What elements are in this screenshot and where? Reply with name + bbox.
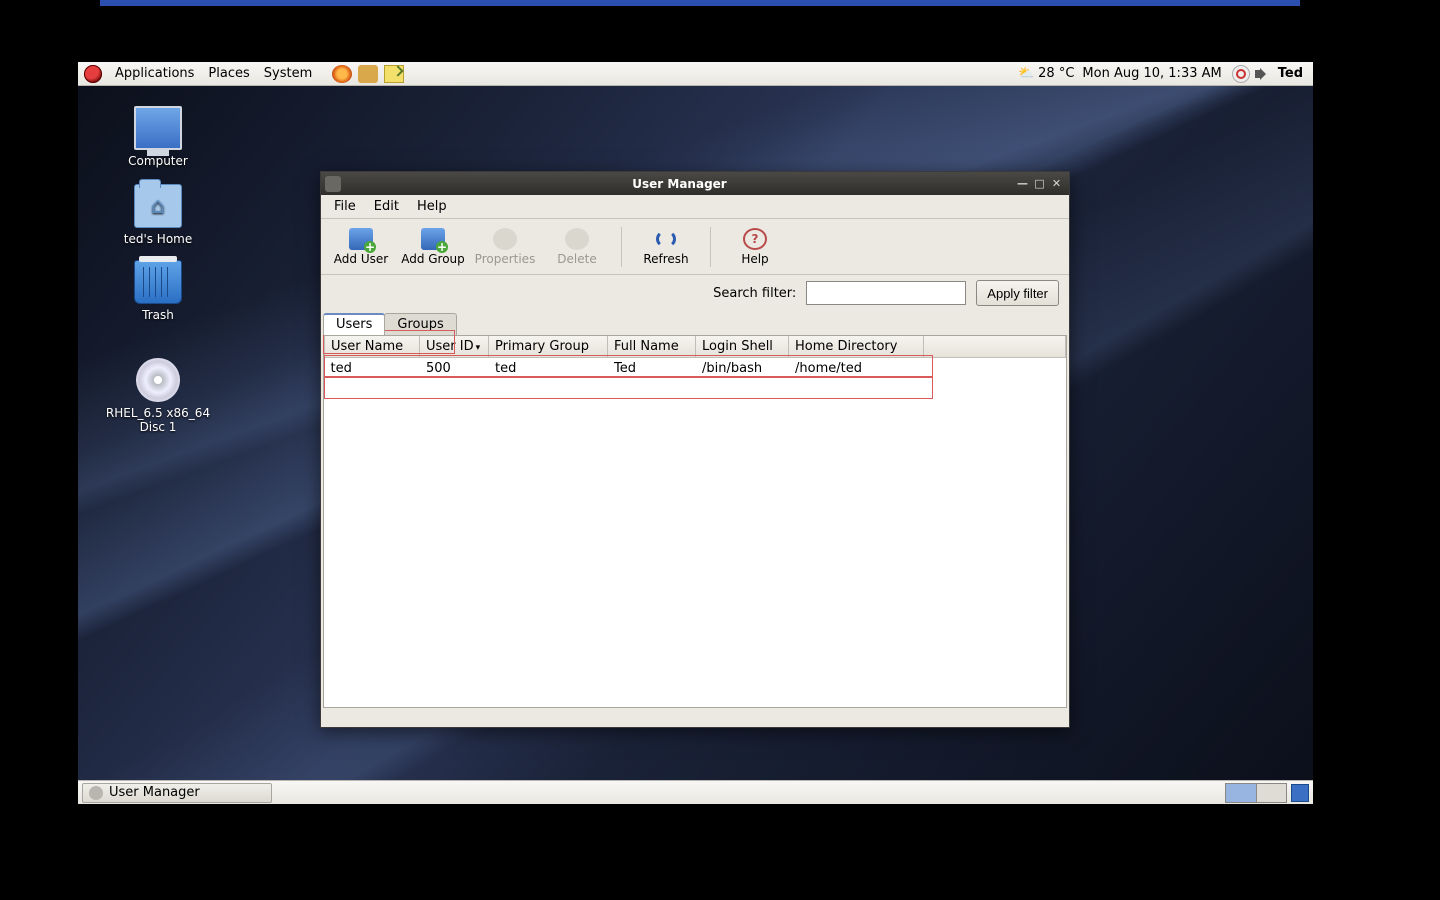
col-full-name[interactable]: Full Name <box>608 336 696 358</box>
cell-home-directory: /home/ted <box>789 358 924 380</box>
clock[interactable]: Mon Aug 10, 1:33 AM <box>1082 66 1221 81</box>
minimize-button[interactable]: — <box>1014 176 1031 191</box>
desktop-icon-label: Computer <box>98 154 218 168</box>
menu-places[interactable]: Places <box>201 66 256 81</box>
cell-user-name: ted <box>325 358 420 380</box>
refresh-icon <box>654 228 678 250</box>
filter-row: Search filter: Apply filter <box>321 275 1069 311</box>
close-button[interactable]: ✕ <box>1048 176 1065 191</box>
toolbar: Add User Add Group Properties Delete Ref… <box>321 219 1069 275</box>
desktop-icon-home[interactable]: ted's Home <box>98 184 218 246</box>
weather-temp: 28 °C <box>1038 66 1074 81</box>
monitor-icon <box>134 106 182 150</box>
bottom-panel: User Manager <box>78 780 1313 804</box>
desktop-icon-trash[interactable]: Trash <box>98 260 218 322</box>
toolbar-label: Refresh <box>643 252 688 266</box>
tabs: Users Groups <box>321 313 1069 335</box>
delete-button: Delete <box>543 222 611 272</box>
window-title: User Manager <box>345 177 1014 191</box>
outer-blue-bar <box>100 0 1300 6</box>
menubar: File Edit Help <box>321 195 1069 219</box>
col-spacer <box>924 336 1066 358</box>
systray <box>1232 65 1270 83</box>
menu-file[interactable]: File <box>325 197 365 216</box>
cell-login-shell: /bin/bash <box>696 358 789 380</box>
refresh-button[interactable]: Refresh <box>632 222 700 272</box>
apply-filter-button[interactable]: Apply filter <box>976 280 1059 306</box>
delete-icon <box>565 228 589 250</box>
weather-icon: ⛅ <box>1018 66 1034 81</box>
toolbar-separator <box>710 227 711 267</box>
trash-icon <box>134 260 182 304</box>
desktop-icon-computer[interactable]: Computer <box>98 106 218 168</box>
desktop: Applications Places System ⛅ 28 °C Mon A… <box>78 62 1313 804</box>
cell-spacer <box>924 358 1066 380</box>
titlebar[interactable]: User Manager — □ ✕ <box>321 172 1069 195</box>
weather-applet[interactable]: ⛅ 28 °C <box>1018 66 1074 81</box>
col-user-name[interactable]: User Name <box>325 336 420 358</box>
tab-groups[interactable]: Groups <box>384 313 456 335</box>
toolbar-label: Add Group <box>401 252 465 266</box>
notes-icon[interactable] <box>384 65 404 83</box>
window-app-icon <box>325 176 341 192</box>
users-table-container: User Name User ID▾ Primary Group Full Na… <box>323 335 1067 708</box>
add-user-button[interactable]: Add User <box>327 222 395 272</box>
toolbar-label: Properties <box>475 252 536 266</box>
workspace-1[interactable] <box>1226 784 1256 802</box>
power-manager-icon[interactable] <box>1232 65 1250 83</box>
toolbar-label: Help <box>741 252 768 266</box>
workspace-switcher[interactable] <box>1225 783 1287 803</box>
home-folder-icon <box>134 184 182 228</box>
menu-system[interactable]: System <box>257 66 319 81</box>
search-filter-input[interactable] <box>806 281 966 305</box>
maximize-button[interactable]: □ <box>1031 176 1048 191</box>
menu-applications[interactable]: Applications <box>108 66 201 81</box>
toolbar-separator <box>621 227 622 267</box>
desktop-icon-disc[interactable]: RHEL_6.5 x86_64 Disc 1 <box>98 358 218 434</box>
table-header-row: User Name User ID▾ Primary Group Full Na… <box>325 336 1066 358</box>
cell-primary-group: ted <box>489 358 608 380</box>
help-button[interactable]: Help <box>721 222 789 272</box>
top-panel: Applications Places System ⛅ 28 °C Mon A… <box>78 62 1313 86</box>
toolbar-label: Add User <box>334 252 388 266</box>
show-desktop-icon[interactable] <box>1291 784 1309 802</box>
user-menu[interactable]: Ted <box>1278 66 1303 81</box>
workspace-2[interactable] <box>1256 784 1286 802</box>
disc-icon <box>136 358 180 402</box>
menu-edit[interactable]: Edit <box>365 197 408 216</box>
desktop-icon-label: Trash <box>98 308 218 322</box>
col-login-shell[interactable]: Login Shell <box>696 336 789 358</box>
firefox-icon[interactable] <box>332 65 352 83</box>
desktop-icon-label: RHEL_6.5 x86_64 Disc 1 <box>98 406 218 434</box>
add-user-icon <box>349 228 373 250</box>
properties-button: Properties <box>471 222 539 272</box>
cell-full-name: Ted <box>608 358 696 380</box>
properties-icon <box>493 228 517 250</box>
file-browser-icon[interactable] <box>358 65 378 83</box>
sort-indicator-icon: ▾ <box>476 343 481 353</box>
cell-user-id: 500 <box>420 358 489 380</box>
tab-users[interactable]: Users <box>323 313 385 335</box>
col-home-directory[interactable]: Home Directory <box>789 336 924 358</box>
col-primary-group[interactable]: Primary Group <box>489 336 608 358</box>
users-table: User Name User ID▾ Primary Group Full Na… <box>324 336 1066 379</box>
task-label: User Manager <box>109 785 200 800</box>
user-manager-window: User Manager — □ ✕ File Edit Help Add Us… <box>320 171 1070 728</box>
add-group-button[interactable]: Add Group <box>399 222 467 272</box>
toolbar-label: Delete <box>557 252 596 266</box>
search-filter-label: Search filter: <box>713 286 796 301</box>
desktop-icon-label: ted's Home <box>98 232 218 246</box>
col-user-id[interactable]: User ID▾ <box>420 336 489 358</box>
taskbar-user-manager[interactable]: User Manager <box>82 783 272 803</box>
redhat-icon[interactable] <box>84 65 102 83</box>
help-icon <box>743 228 767 250</box>
task-app-icon <box>89 786 103 800</box>
add-group-icon <box>421 228 445 250</box>
volume-icon[interactable] <box>1254 66 1270 82</box>
menu-help[interactable]: Help <box>408 197 456 216</box>
table-row[interactable]: ted 500 ted Ted /bin/bash /home/ted <box>325 358 1066 380</box>
